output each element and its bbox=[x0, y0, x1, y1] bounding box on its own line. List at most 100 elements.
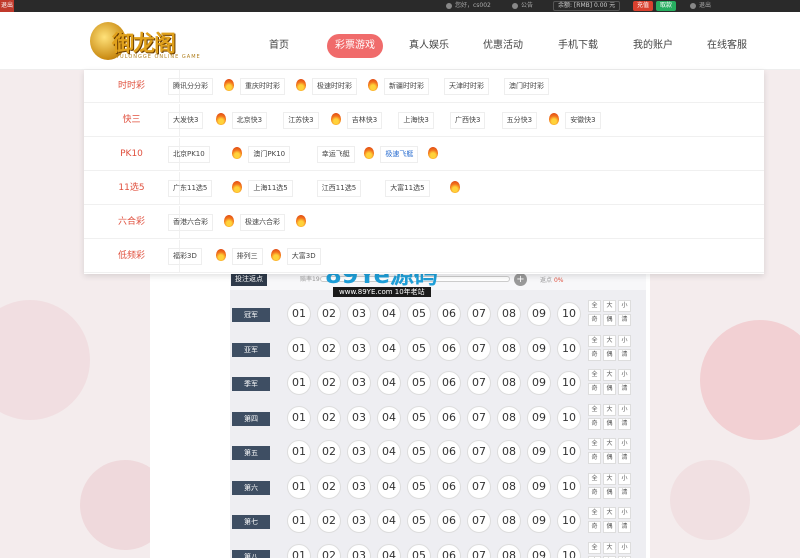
number-ball[interactable]: 02 bbox=[317, 543, 341, 558]
quick-select-button[interactable]: 小 bbox=[618, 507, 631, 519]
menu-game-item[interactable]: 重庆时时彩 bbox=[240, 78, 285, 95]
nav-my-account[interactable]: 我的账户 bbox=[633, 34, 673, 58]
quick-select-button[interactable]: 偶 bbox=[603, 314, 616, 326]
number-ball[interactable]: 09 bbox=[527, 302, 551, 326]
nav-lottery[interactable]: 彩票游戏 bbox=[327, 34, 383, 58]
number-ball[interactable]: 08 bbox=[497, 336, 521, 361]
quick-select-button[interactable]: 清 bbox=[618, 383, 631, 395]
menu-category[interactable]: PK10 bbox=[84, 138, 180, 171]
number-ball[interactable]: 09 bbox=[527, 405, 551, 430]
menu-game-item[interactable]: 广东11选5 bbox=[168, 180, 213, 197]
quick-select-button[interactable]: 全 bbox=[588, 403, 601, 416]
nav-mobile-download[interactable]: 手机下载 bbox=[558, 34, 598, 58]
number-ball[interactable]: 10 bbox=[557, 336, 581, 361]
menu-game-item[interactable]: 腾讯分分彩 bbox=[168, 78, 213, 95]
number-ball[interactable]: 06 bbox=[437, 371, 461, 395]
number-ball[interactable]: 02 bbox=[317, 474, 341, 499]
quick-select-button[interactable]: 大 bbox=[603, 334, 616, 347]
number-ball[interactable]: 06 bbox=[437, 474, 461, 499]
number-ball[interactable]: 04 bbox=[377, 302, 401, 326]
menu-game-item[interactable]: 新疆时时彩 bbox=[384, 78, 429, 95]
number-ball[interactable]: 01 bbox=[287, 509, 311, 533]
number-ball[interactable]: 05 bbox=[407, 543, 431, 558]
menu-game-item[interactable]: 江西11选5 bbox=[316, 180, 362, 197]
quick-select-button[interactable]: 清 bbox=[618, 521, 631, 533]
quick-select-button[interactable]: 清 bbox=[618, 417, 631, 430]
number-ball[interactable]: 01 bbox=[287, 440, 311, 464]
menu-game-item[interactable]: 北京PK10 bbox=[168, 146, 210, 163]
number-ball[interactable]: 10 bbox=[557, 509, 581, 533]
number-ball[interactable]: 07 bbox=[467, 371, 491, 395]
number-ball[interactable]: 10 bbox=[557, 440, 581, 464]
menu-game-item[interactable]: 幸运飞艇 bbox=[316, 146, 355, 163]
menu-game-item[interactable]: 北京快3 bbox=[231, 112, 268, 129]
number-ball[interactable]: 03 bbox=[347, 302, 371, 326]
quick-select-button[interactable]: 奇 bbox=[588, 452, 601, 464]
number-ball[interactable]: 06 bbox=[437, 302, 461, 326]
number-ball[interactable]: 08 bbox=[497, 302, 521, 326]
quick-select-button[interactable]: 清 bbox=[618, 348, 631, 361]
number-ball[interactable]: 01 bbox=[287, 336, 311, 361]
number-ball[interactable]: 05 bbox=[407, 302, 431, 326]
number-ball[interactable]: 09 bbox=[527, 543, 551, 558]
quick-select-button[interactable]: 大 bbox=[603, 472, 616, 485]
number-ball[interactable]: 02 bbox=[317, 302, 341, 326]
number-ball[interactable]: 03 bbox=[347, 336, 371, 361]
number-ball[interactable]: 09 bbox=[527, 440, 551, 464]
nav-online-support[interactable]: 在线客服 bbox=[707, 34, 747, 58]
number-ball[interactable]: 01 bbox=[287, 371, 311, 395]
number-ball[interactable]: 10 bbox=[557, 302, 581, 326]
menu-category[interactable]: 11选5 bbox=[84, 172, 180, 205]
number-ball[interactable]: 07 bbox=[467, 336, 491, 361]
quick-select-button[interactable]: 大 bbox=[603, 369, 616, 381]
quick-select-button[interactable]: 全 bbox=[588, 300, 601, 312]
menu-game-item[interactable]: 澳门时时彩 bbox=[504, 78, 549, 95]
menu-game-item[interactable]: 排列三 bbox=[231, 248, 263, 265]
quick-select-button[interactable]: 偶 bbox=[603, 486, 616, 499]
nav-promotions[interactable]: 优惠活动 bbox=[483, 34, 523, 58]
menu-category[interactable]: 六合彩 bbox=[84, 206, 180, 239]
quick-select-button[interactable]: 偶 bbox=[603, 348, 616, 361]
quick-select-button[interactable]: 小 bbox=[618, 472, 631, 485]
number-ball[interactable]: 07 bbox=[467, 405, 491, 430]
number-ball[interactable]: 05 bbox=[407, 440, 431, 464]
quick-select-button[interactable]: 奇 bbox=[588, 417, 601, 430]
number-ball[interactable]: 03 bbox=[347, 474, 371, 499]
number-ball[interactable]: 03 bbox=[347, 543, 371, 558]
nav-live-casino[interactable]: 真人娱乐 bbox=[409, 34, 449, 58]
quick-select-button[interactable]: 全 bbox=[588, 438, 601, 450]
number-ball[interactable]: 08 bbox=[497, 474, 521, 499]
quick-select-button[interactable]: 奇 bbox=[588, 521, 601, 533]
menu-category[interactable]: 低频彩 bbox=[84, 240, 180, 273]
quick-select-button[interactable]: 清 bbox=[618, 486, 631, 499]
quick-select-button[interactable]: 大 bbox=[603, 300, 616, 312]
number-ball[interactable]: 03 bbox=[347, 371, 371, 395]
number-ball[interactable]: 08 bbox=[497, 543, 521, 558]
quick-select-button[interactable]: 奇 bbox=[588, 348, 601, 361]
number-ball[interactable]: 06 bbox=[437, 440, 461, 464]
menu-game-item[interactable]: 大发快3 bbox=[168, 112, 204, 129]
number-ball[interactable]: 01 bbox=[287, 405, 311, 430]
quick-select-button[interactable]: 清 bbox=[618, 314, 631, 326]
number-ball[interactable]: 06 bbox=[437, 405, 461, 430]
quick-select-button[interactable]: 奇 bbox=[588, 383, 601, 395]
quick-select-button[interactable]: 小 bbox=[618, 369, 631, 381]
site-logo[interactable]: 御龙阁 YULONGGE ONLINE GAME bbox=[90, 20, 220, 64]
number-ball[interactable]: 06 bbox=[437, 543, 461, 558]
number-ball[interactable]: 06 bbox=[437, 509, 461, 533]
quick-select-button[interactable]: 小 bbox=[618, 438, 631, 450]
number-ball[interactable]: 04 bbox=[377, 543, 401, 558]
quick-select-button[interactable]: 奇 bbox=[588, 314, 601, 326]
number-ball[interactable]: 01 bbox=[287, 302, 311, 326]
menu-game-item[interactable]: 天津时时彩 bbox=[444, 78, 489, 95]
menu-game-item[interactable]: 上海11选5 bbox=[248, 180, 293, 197]
nav-home[interactable]: 首页 bbox=[269, 34, 289, 58]
menu-game-item[interactable]: 上海快3 bbox=[398, 112, 434, 129]
menu-game-item[interactable]: 极速飞艇 bbox=[380, 146, 419, 163]
number-ball[interactable]: 07 bbox=[467, 302, 491, 326]
number-ball[interactable]: 07 bbox=[467, 509, 491, 533]
menu-game-item[interactable]: 福彩3D bbox=[168, 248, 202, 265]
quick-select-button[interactable]: 小 bbox=[618, 300, 631, 312]
quick-select-button[interactable]: 大 bbox=[603, 438, 616, 450]
user-greeting[interactable]: 您好，cs002 bbox=[446, 0, 491, 12]
